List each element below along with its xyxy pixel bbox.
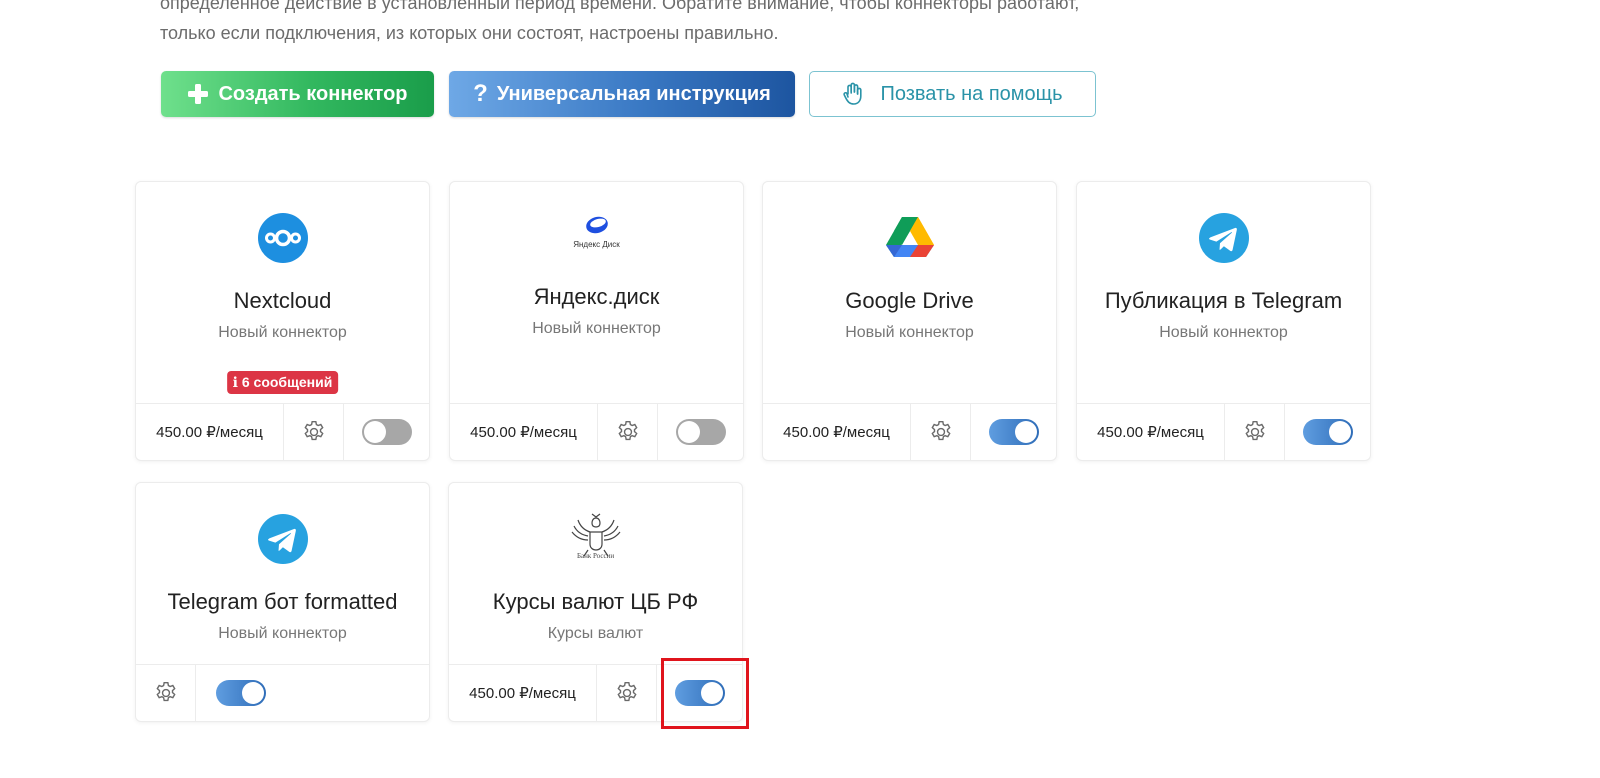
- hand-icon: [842, 82, 864, 106]
- settings-button[interactable]: [597, 665, 657, 721]
- toggle-knob: [242, 682, 264, 704]
- yandex-disk-icon: Яндекс Диск: [567, 213, 627, 263]
- universal-guide-button[interactable]: ? Универсальная инструкция: [449, 71, 795, 117]
- connector-card-yandex-disk[interactable]: Яндекс Диск Яндекс.диск Новый коннектор …: [449, 181, 744, 461]
- gear-icon: [1244, 421, 1265, 441]
- price-label: 450.00 ₽/месяц: [449, 665, 597, 721]
- google-drive-icon: [885, 215, 935, 265]
- card-footer: [136, 664, 429, 721]
- call-for-help-button[interactable]: Позвать на помощь: [809, 71, 1096, 117]
- connector-card-nextcloud[interactable]: Nextcloud Новый коннектор ℹ 6 сообщений …: [135, 181, 430, 461]
- highlight-annotation-box: [661, 658, 749, 729]
- connector-subtitle: Новый коннектор: [1159, 324, 1288, 341]
- gear-icon: [930, 421, 951, 441]
- telegram-icon: [1198, 213, 1249, 263]
- yandex-disk-logo-text: Яндекс Диск: [573, 240, 620, 249]
- call-for-help-label: Позвать на помощь: [880, 82, 1063, 105]
- connector-subtitle: Курсы валют: [547, 625, 644, 642]
- connector-title: Telegram бот formatted: [167, 589, 398, 614]
- nextcloud-icon: [257, 213, 308, 263]
- settings-button[interactable]: [598, 404, 658, 460]
- plus-icon: [187, 83, 209, 105]
- gear-icon: [303, 421, 324, 441]
- toggle-knob: [1014, 421, 1037, 443]
- intro-text: определенное действие в установленный пе…: [160, 0, 1160, 48]
- toggle-knob: [1328, 421, 1351, 443]
- create-connector-label: Создать коннектор: [218, 82, 408, 105]
- connector-card-telegram-publish[interactable]: Публикация в Telegram Новый коннектор 45…: [1076, 181, 1371, 461]
- connector-title: Google Drive: [845, 288, 974, 313]
- settings-button[interactable]: [911, 404, 971, 460]
- toggle-cell: [196, 665, 286, 721]
- price-label: 450.00 ₽/месяц: [763, 404, 911, 460]
- price-label: 450.00 ₽/месяц: [136, 404, 284, 460]
- price-label: 450.00 ₽/месяц: [450, 404, 598, 460]
- question-icon: ?: [473, 80, 488, 107]
- toggle-cell: [344, 404, 429, 460]
- card-footer: 450.00 ₽/месяц: [763, 403, 1056, 460]
- connector-subtitle: Новый коннектор: [532, 320, 661, 337]
- enable-toggle[interactable]: [1302, 419, 1353, 445]
- enable-toggle[interactable]: [216, 680, 266, 706]
- settings-button[interactable]: [1225, 404, 1285, 460]
- connector-subtitle: Новый коннектор: [218, 625, 347, 642]
- connector-title: Курсы валют ЦБ РФ: [492, 589, 699, 614]
- messages-badge-label: 6 сообщений: [241, 374, 333, 390]
- intro-line-1: определенное действие в установленный пе…: [160, 0, 1080, 13]
- create-connector-button[interactable]: Создать коннектор: [161, 71, 434, 117]
- bank-of-russia-emblem-icon: Банк России: [568, 512, 624, 568]
- toggle-cell: [971, 404, 1056, 460]
- toggle-knob: [363, 421, 386, 443]
- settings-button[interactable]: [136, 665, 196, 721]
- enable-toggle[interactable]: [988, 419, 1039, 445]
- card-footer: 450.00 ₽/месяц: [450, 403, 743, 460]
- intro-line-2: только если подключения, из которых они …: [160, 23, 779, 43]
- connector-card-google-drive[interactable]: Google Drive Новый коннектор 450.00 ₽/ме…: [762, 181, 1057, 461]
- gear-icon: [155, 682, 176, 702]
- connector-title: Публикация в Telegram: [1104, 288, 1343, 313]
- info-icon: ℹ: [232, 374, 238, 390]
- bank-of-russia-logo-text: Банк России: [576, 552, 615, 560]
- card-footer: 450.00 ₽/месяц: [1077, 403, 1370, 460]
- connector-title: Яндекс.диск: [533, 284, 660, 309]
- toggle-cell: [658, 404, 743, 460]
- connector-title: Nextcloud: [233, 288, 332, 313]
- connector-subtitle: Новый коннектор: [218, 324, 347, 341]
- price-label: 450.00 ₽/месяц: [1077, 404, 1225, 460]
- universal-guide-label: Универсальная инструкция: [496, 82, 771, 105]
- card-footer: 450.00 ₽/месяц: [136, 403, 429, 460]
- messages-badge[interactable]: ℹ 6 сообщений: [226, 371, 339, 394]
- gear-icon: [616, 682, 637, 702]
- connector-card-telegram-bot[interactable]: Telegram бот formatted Новый коннектор: [135, 482, 430, 722]
- gear-icon: [617, 421, 638, 441]
- enable-toggle[interactable]: [675, 419, 726, 445]
- toggle-knob: [677, 421, 700, 443]
- toggle-cell: [1285, 404, 1370, 460]
- enable-toggle[interactable]: [361, 419, 412, 445]
- connector-subtitle: Новый коннектор: [845, 324, 974, 341]
- settings-button[interactable]: [284, 404, 344, 460]
- telegram-icon: [257, 514, 308, 564]
